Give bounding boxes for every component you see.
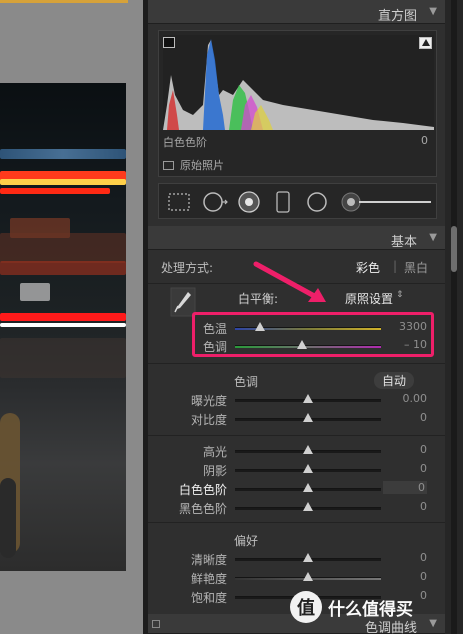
slider-label: 高光	[202, 445, 227, 459]
slider-row[interactable]: 对比度 0	[148, 410, 445, 428]
divider	[148, 363, 445, 364]
slider-value[interactable]: 0	[383, 443, 427, 456]
slider-knob[interactable]	[303, 413, 313, 422]
original-photo-checkbox[interactable]	[163, 160, 174, 170]
watermark: 值 什么值得买	[290, 591, 413, 623]
treatment-bw-option[interactable]: 黑白	[404, 259, 428, 276]
slider-row[interactable]: 黑色色阶 0	[148, 499, 445, 517]
treatment-label: 处理方式:	[161, 261, 214, 275]
watermark-logo: 值	[290, 591, 322, 623]
slider-value[interactable]: 0	[383, 570, 427, 583]
collapse-triangle-icon[interactable]: ▼	[429, 232, 437, 243]
slider-knob[interactable]	[303, 502, 313, 511]
divider	[148, 522, 445, 523]
highlight-clipping-icon[interactable]	[419, 37, 432, 49]
slider-value[interactable]: 0	[383, 551, 427, 564]
slider-label: 清晰度	[190, 553, 227, 567]
divider	[148, 435, 445, 436]
graduated-filter-icon[interactable]	[274, 190, 292, 214]
red-eye-icon[interactable]	[237, 190, 261, 214]
slider-label: 对比度	[190, 413, 227, 427]
slider-label: 黑色色阶	[178, 502, 227, 516]
slider-label: 阴影	[202, 464, 227, 478]
original-photo-toggle[interactable]: 原始照片	[163, 157, 224, 173]
slider-label: 曝光度	[190, 394, 227, 408]
slider-label: 饱和度	[190, 591, 227, 605]
slider-label: 鲜艳度	[190, 572, 227, 586]
annotation-arrow	[253, 261, 326, 302]
panel-scrollbar[interactable]	[445, 0, 463, 634]
collapse-triangle-icon[interactable]: ▼	[429, 618, 437, 629]
tone-section-label: 色调	[234, 375, 259, 389]
crop-overlay-icon[interactable]	[167, 192, 191, 212]
slider-value[interactable]: 0	[383, 481, 427, 494]
histogram-header[interactable]: 直方图 ▼	[148, 0, 445, 24]
slider-knob[interactable]	[303, 553, 313, 562]
collapse-triangle-icon[interactable]: ▼	[429, 6, 437, 17]
slider-row[interactable]: 高光 0	[148, 442, 445, 460]
histogram-title: 直方图	[377, 9, 417, 24]
chevron-updown-icon[interactable]: ⇕	[396, 290, 404, 300]
treatment-color-option[interactable]: 彩色	[356, 259, 380, 276]
histogram-readout-value: 0	[421, 134, 428, 147]
auto-tone-button[interactable]: 自动	[374, 372, 415, 389]
slider-row[interactable]: 曝光度 0.00	[148, 391, 445, 409]
white-balance-select[interactable]: 原照设置	[345, 290, 393, 307]
slider-row[interactable]: 阴影 0	[148, 461, 445, 479]
slider-knob[interactable]	[303, 445, 313, 454]
photo-canvas	[0, 0, 143, 634]
slider-knob[interactable]	[303, 394, 313, 403]
presence-section-label: 偏好	[234, 534, 259, 548]
slider-label: 白色色阶	[178, 483, 227, 497]
original-photo-label: 原始照片	[180, 159, 224, 172]
slider-value[interactable]: 0.00	[383, 392, 428, 405]
histogram[interactable]: 白色色阶 0 原始照片	[158, 30, 437, 177]
scrollbar-thumb[interactable]	[451, 226, 457, 272]
panel-switch-icon[interactable]	[152, 620, 160, 628]
slider-row[interactable]: 白色色阶 0	[148, 480, 445, 498]
histogram-readout-label: 白色色阶	[163, 136, 207, 149]
adjustment-brush-icon[interactable]	[339, 190, 435, 214]
radial-filter-icon[interactable]	[305, 190, 329, 214]
slider-value[interactable]: 0	[383, 462, 427, 475]
slider-row[interactable]: 清晰度 0	[148, 550, 445, 568]
tool-strip	[158, 183, 437, 219]
slider-value[interactable]: 0	[383, 500, 427, 513]
develop-panel: 直方图 ▼ 白色色阶 0 原始照片 基本 ▼ 处理方式: 彩色 | 黑白 白平衡…	[148, 0, 445, 634]
slider-knob[interactable]	[303, 464, 313, 473]
basic-title: 基本	[390, 235, 417, 250]
photo-preview	[0, 83, 126, 571]
slider-knob[interactable]	[303, 483, 313, 492]
slider-knob[interactable]	[303, 572, 313, 581]
basic-header[interactable]: 基本 ▼	[148, 226, 445, 250]
slider-value[interactable]: 0	[383, 411, 427, 424]
spot-removal-icon[interactable]	[201, 190, 229, 214]
histogram-graph	[163, 35, 434, 130]
watermark-text: 什么值得买	[328, 599, 413, 620]
canvas-top-strip	[0, 0, 128, 3]
scrollbar-track[interactable]	[451, 0, 457, 634]
treatment-separator: |	[393, 259, 398, 273]
slider-row[interactable]: 鲜艳度 0	[148, 569, 445, 587]
shadow-clipping-icon[interactable]	[163, 37, 175, 48]
highlight-annotation-box	[192, 312, 434, 357]
